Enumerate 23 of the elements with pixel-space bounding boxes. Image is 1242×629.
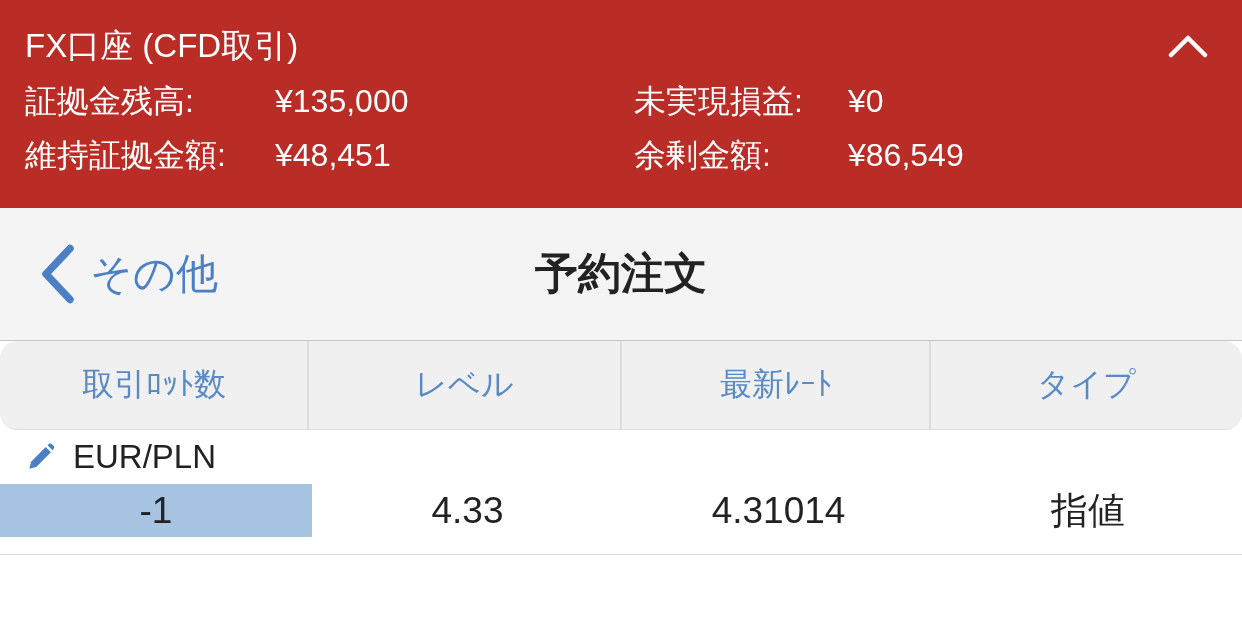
summary-label: 余剰金額: bbox=[634, 136, 771, 175]
back-button[interactable]: その他 bbox=[40, 244, 218, 304]
account-title: FX口座 (CFD取引) bbox=[25, 26, 299, 66]
summary-value: ¥135,000 bbox=[275, 82, 409, 121]
column-header: 取引ﾛｯﾄ数 bbox=[80, 365, 227, 404]
column-header: タイプ bbox=[929, 341, 1242, 429]
summary-label: 未実現損益: bbox=[634, 82, 803, 121]
page-title: 予約注文 bbox=[535, 248, 707, 299]
summary-value: ¥48,451 bbox=[275, 136, 391, 175]
column-header: 最新ﾚｰﾄ bbox=[620, 341, 929, 429]
back-chevron-icon bbox=[40, 244, 76, 304]
table-cell: -1 bbox=[0, 484, 312, 537]
column-header: レベル bbox=[307, 341, 620, 429]
table-cell-text: 4.31014 bbox=[710, 488, 847, 533]
table-cell-text: 4.33 bbox=[430, 488, 505, 533]
summary-label: 維持証拠金額: bbox=[25, 136, 226, 175]
summary-value: ¥86,549 bbox=[848, 136, 964, 175]
currency-pair: EUR/PLN bbox=[73, 437, 217, 477]
summary-value: ¥0 bbox=[848, 82, 884, 121]
chevron-up-icon[interactable] bbox=[1168, 34, 1208, 58]
summary-label: 証拠金残高: bbox=[25, 82, 194, 121]
back-label: その他 bbox=[90, 249, 218, 299]
table-cell-text: 指値 bbox=[1050, 488, 1126, 533]
